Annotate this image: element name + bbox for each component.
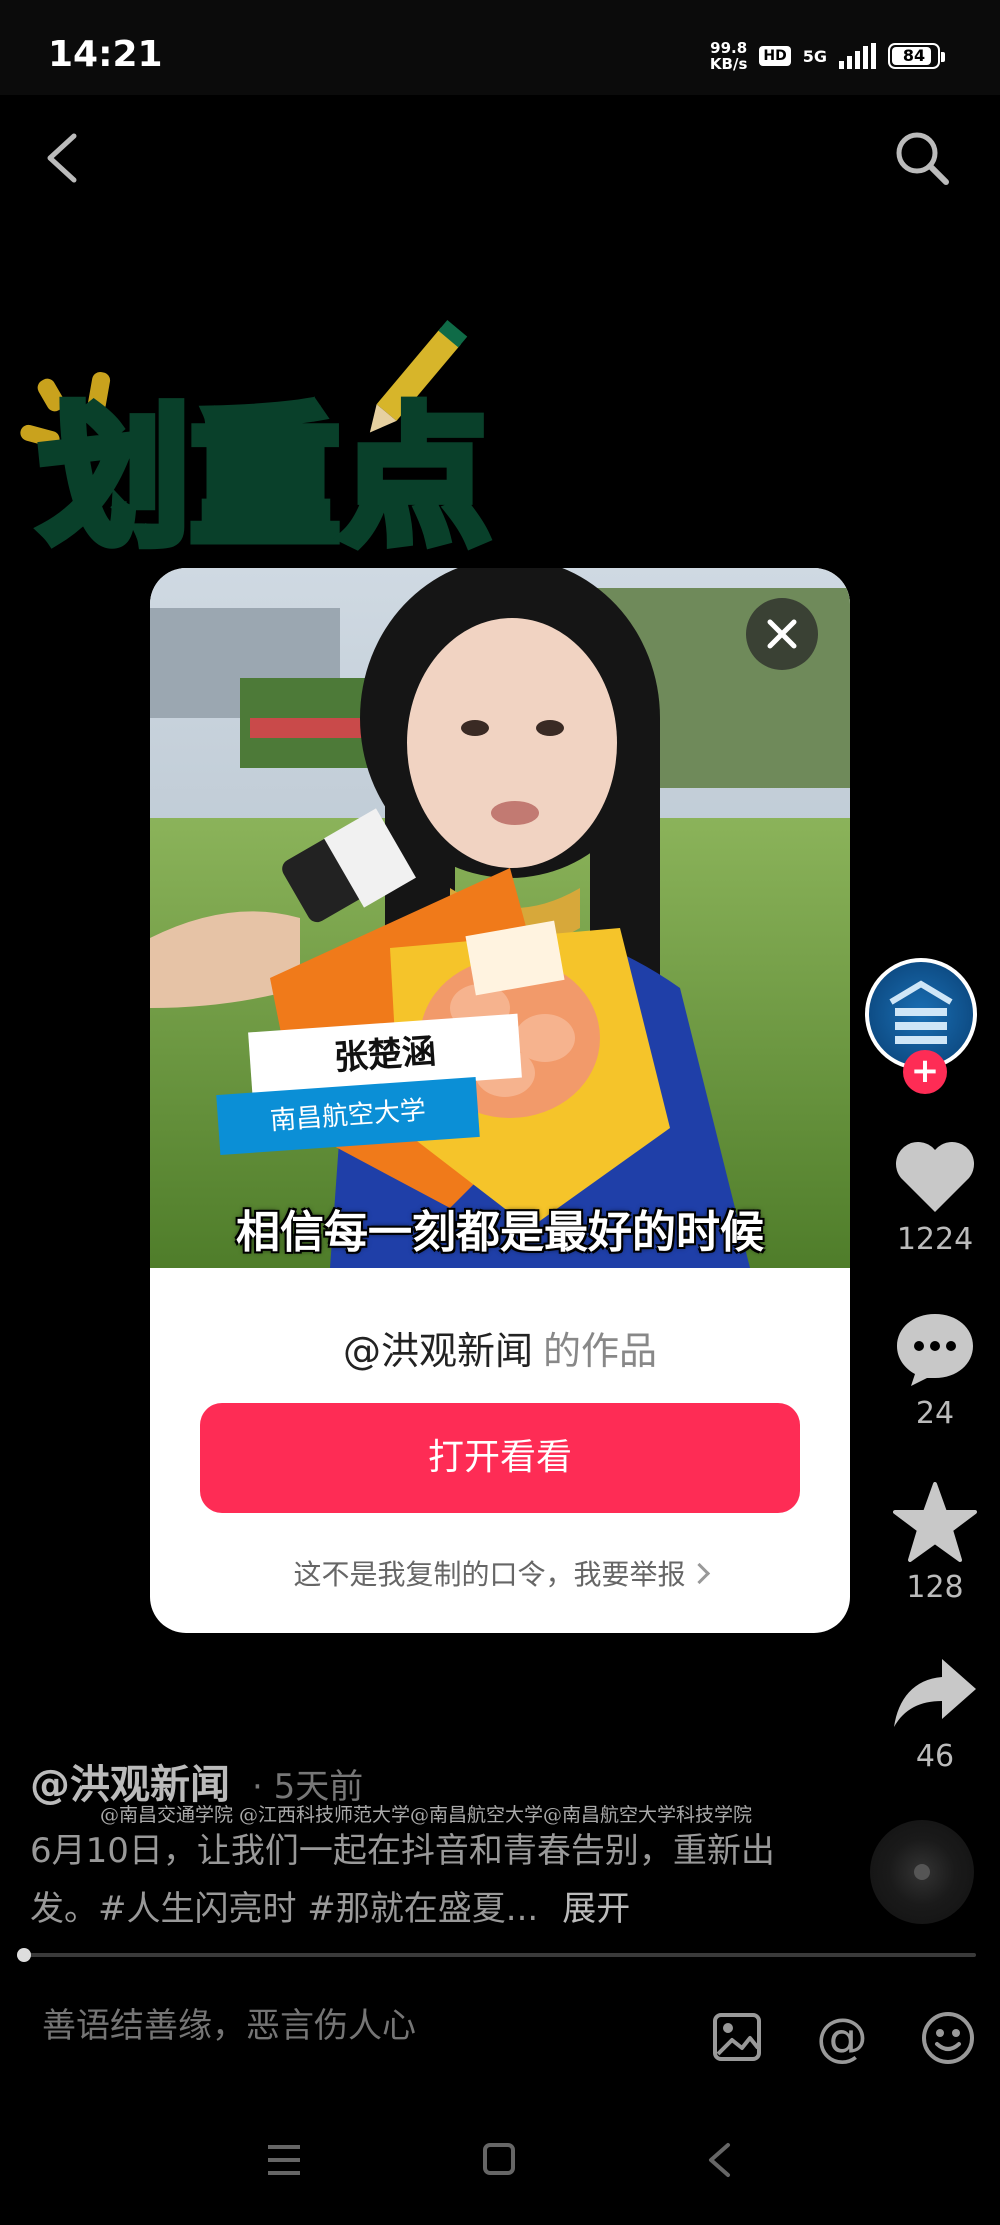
net-speed: 99.8 KB/s (710, 40, 747, 72)
hd-badge: HD (759, 46, 791, 66)
search-icon[interactable] (892, 128, 952, 188)
popup-author-suffix: 的作品 (543, 1329, 658, 1373)
chevron-right-icon (688, 1562, 710, 1584)
network-type: 5G (802, 46, 827, 66)
report-text: 这不是我复制的口令，我要举报 (293, 1558, 686, 1591)
share-arrow-icon (894, 1659, 976, 1727)
recent-apps-icon[interactable] (266, 2143, 302, 2177)
mention-icon[interactable]: @ (812, 2008, 872, 2068)
close-button[interactable] (746, 598, 818, 670)
favorite-button[interactable]: 128 (880, 1482, 990, 1605)
share-popup-card: 张楚涵 南昌航空大学 相信每一刻都是最好的时候 @洪观新闻 的作品 打开看看 这不… (150, 568, 850, 1633)
video-progress-bar[interactable] (22, 1953, 976, 1957)
image-icon[interactable] (712, 2012, 762, 2062)
post-description[interactable]: 6月10日，让我们一起在抖音和青春告别，重新出发。#人生闪亮时 #那就在盛夏..… (30, 1822, 790, 1938)
open-video-button[interactable]: 打开看看 (200, 1403, 800, 1513)
net-speed-unit: KB/s (709, 55, 748, 73)
heart-icon (895, 1141, 975, 1212)
comment-button[interactable]: 24 (880, 1310, 990, 1431)
popup-author-line: @洪观新闻 的作品 (150, 1320, 850, 1375)
progress-handle[interactable] (17, 1948, 31, 1962)
video-thumbnail[interactable] (150, 568, 850, 1268)
close-icon (767, 619, 797, 649)
signal-icon (839, 43, 876, 69)
music-disc-icon[interactable] (870, 1820, 974, 1924)
status-time: 14:21 (48, 34, 163, 75)
expand-button[interactable]: 展开 (562, 1889, 630, 1929)
star-icon (893, 1482, 977, 1562)
author-avatar[interactable]: + (865, 958, 1000, 1094)
report-link[interactable]: 这不是我复制的口令，我要举报 (150, 1553, 850, 1593)
status-icons: 99.8 KB/s HD 5G 84 (710, 36, 945, 76)
battery-level: 84 (902, 46, 926, 65)
comment-count: 24 (915, 1396, 955, 1431)
follow-plus-button[interactable]: + (903, 1050, 947, 1094)
sticker-text: 划重点 (40, 392, 490, 566)
battery-icon: 84 (888, 43, 945, 69)
share-count: 46 (915, 1739, 955, 1774)
like-button[interactable]: 1224 (880, 1140, 990, 1257)
emoji-icon[interactable] (920, 2010, 976, 2066)
post-description-text: 6月10日，让我们一起在抖音和青春告别，重新出发。#人生闪亮时 #那就在盛夏..… (30, 1831, 775, 1929)
nav-back-icon[interactable] (706, 2142, 732, 2178)
like-count: 1224 (896, 1222, 974, 1257)
net-speed-value: 99.8 (710, 39, 748, 57)
home-icon[interactable] (482, 2142, 516, 2176)
comment-input[interactable] (40, 2005, 664, 2047)
highlight-sticker: 划重点 (20, 319, 495, 571)
video-caption: 相信每一刻都是最好的时候 (236, 1207, 764, 1258)
popup-author: @洪观新闻 (342, 1329, 533, 1373)
favorite-count: 128 (906, 1570, 964, 1605)
share-button[interactable]: 46 (880, 1655, 990, 1774)
back-arrow-icon[interactable] (42, 130, 82, 186)
comment-icon (897, 1314, 973, 1386)
